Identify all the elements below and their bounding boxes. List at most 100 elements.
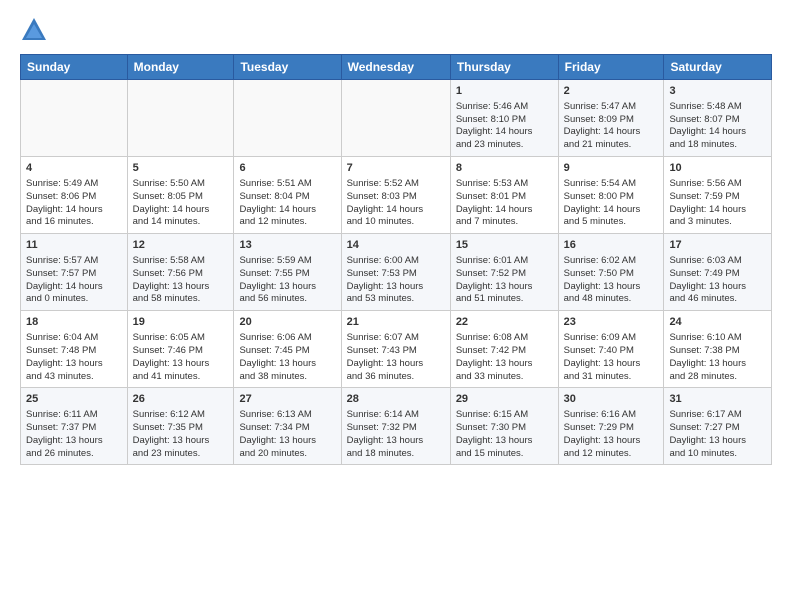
- day-info: Sunrise: 6:05 AM Sunset: 7:46 PM Dayligh…: [133, 332, 229, 383]
- calendar-body: 1 Sunrise: 5:46 AM Sunset: 8:10 PM Daylig…: [21, 80, 772, 465]
- day-header-thursday: Thursday: [450, 55, 558, 80]
- day-info: Sunrise: 5:50 AM Sunset: 8:05 PM Dayligh…: [133, 178, 229, 229]
- day-info: Sunrise: 5:56 AM Sunset: 7:59 PM Dayligh…: [669, 178, 766, 229]
- day-number: 22: [456, 315, 553, 330]
- day-number: 16: [564, 238, 659, 253]
- day-info: Sunrise: 6:07 AM Sunset: 7:43 PM Dayligh…: [347, 332, 445, 383]
- day-info: Sunrise: 6:09 AM Sunset: 7:40 PM Dayligh…: [564, 332, 659, 383]
- day-header-wednesday: Wednesday: [341, 55, 450, 80]
- day-number: 19: [133, 315, 229, 330]
- calendar-cell: 29 Sunrise: 6:15 AM Sunset: 7:30 PM Dayli…: [450, 388, 558, 465]
- day-number: 21: [347, 315, 445, 330]
- calendar-cell: 26 Sunrise: 6:12 AM Sunset: 7:35 PM Dayli…: [127, 388, 234, 465]
- day-number: 29: [456, 392, 553, 407]
- day-number: 28: [347, 392, 445, 407]
- day-info: Sunrise: 6:10 AM Sunset: 7:38 PM Dayligh…: [669, 332, 766, 383]
- calendar: SundayMondayTuesdayWednesdayThursdayFrid…: [20, 54, 772, 465]
- day-info: Sunrise: 6:03 AM Sunset: 7:49 PM Dayligh…: [669, 255, 766, 306]
- calendar-cell: 11 Sunrise: 5:57 AM Sunset: 7:57 PM Dayli…: [21, 234, 128, 311]
- calendar-cell: 8Sunrise: 5:53 AM Sunset: 8:01 PM Daylig…: [450, 157, 558, 234]
- day-info: Sunrise: 6:12 AM Sunset: 7:35 PM Dayligh…: [133, 409, 229, 460]
- calendar-cell: 17 Sunrise: 6:03 AM Sunset: 7:49 PM Dayli…: [664, 234, 772, 311]
- calendar-cell: 22Sunrise: 6:08 AM Sunset: 7:42 PM Dayli…: [450, 311, 558, 388]
- header: [20, 16, 772, 44]
- calendar-cell: 18 Sunrise: 6:04 AM Sunset: 7:48 PM Dayli…: [21, 311, 128, 388]
- day-info: Sunrise: 6:15 AM Sunset: 7:30 PM Dayligh…: [456, 409, 553, 460]
- day-info: Sunrise: 6:16 AM Sunset: 7:29 PM Dayligh…: [564, 409, 659, 460]
- calendar-cell: 4 Sunrise: 5:49 AM Sunset: 8:06 PM Daylig…: [21, 157, 128, 234]
- day-info: Sunrise: 6:04 AM Sunset: 7:48 PM Dayligh…: [26, 332, 122, 383]
- day-number: 9: [564, 161, 659, 176]
- day-info: Sunrise: 6:02 AM Sunset: 7:50 PM Dayligh…: [564, 255, 659, 306]
- calendar-cell: 28 Sunrise: 6:14 AM Sunset: 7:32 PM Dayli…: [341, 388, 450, 465]
- calendar-cell: [21, 80, 128, 157]
- day-info: Sunrise: 5:46 AM Sunset: 8:10 PM Dayligh…: [456, 101, 553, 152]
- day-header-tuesday: Tuesday: [234, 55, 341, 80]
- day-number: 4: [26, 161, 122, 176]
- day-number: 20: [239, 315, 335, 330]
- day-number: 23: [564, 315, 659, 330]
- calendar-cell: 20Sunrise: 6:06 AM Sunset: 7:45 PM Dayli…: [234, 311, 341, 388]
- day-header-monday: Monday: [127, 55, 234, 80]
- day-info: Sunrise: 5:49 AM Sunset: 8:06 PM Dayligh…: [26, 178, 122, 229]
- calendar-cell: 21 Sunrise: 6:07 AM Sunset: 7:43 PM Dayli…: [341, 311, 450, 388]
- day-number: 17: [669, 238, 766, 253]
- week-row-5: 25 Sunrise: 6:11 AM Sunset: 7:37 PM Dayli…: [21, 388, 772, 465]
- day-number: 13: [239, 238, 335, 253]
- day-info: Sunrise: 5:57 AM Sunset: 7:57 PM Dayligh…: [26, 255, 122, 306]
- calendar-cell: 6 Sunrise: 5:51 AM Sunset: 8:04 PM Daylig…: [234, 157, 341, 234]
- calendar-cell: 15Sunrise: 6:01 AM Sunset: 7:52 PM Dayli…: [450, 234, 558, 311]
- day-number: 2: [564, 84, 659, 99]
- calendar-cell: 2 Sunrise: 5:47 AM Sunset: 8:09 PM Daylig…: [558, 80, 664, 157]
- calendar-cell: 30 Sunrise: 6:16 AM Sunset: 7:29 PM Dayli…: [558, 388, 664, 465]
- day-number: 24: [669, 315, 766, 330]
- day-number: 30: [564, 392, 659, 407]
- day-header-saturday: Saturday: [664, 55, 772, 80]
- day-header-sunday: Sunday: [21, 55, 128, 80]
- day-number: 27: [239, 392, 335, 407]
- day-header-friday: Friday: [558, 55, 664, 80]
- calendar-cell: 25 Sunrise: 6:11 AM Sunset: 7:37 PM Dayli…: [21, 388, 128, 465]
- day-info: Sunrise: 5:58 AM Sunset: 7:56 PM Dayligh…: [133, 255, 229, 306]
- day-info: Sunrise: 5:51 AM Sunset: 8:04 PM Dayligh…: [239, 178, 335, 229]
- day-number: 8: [456, 161, 553, 176]
- day-number: 5: [133, 161, 229, 176]
- day-info: Sunrise: 5:48 AM Sunset: 8:07 PM Dayligh…: [669, 101, 766, 152]
- calendar-cell: 24 Sunrise: 6:10 AM Sunset: 7:38 PM Dayli…: [664, 311, 772, 388]
- week-row-4: 18 Sunrise: 6:04 AM Sunset: 7:48 PM Dayli…: [21, 311, 772, 388]
- day-info: Sunrise: 6:01 AM Sunset: 7:52 PM Dayligh…: [456, 255, 553, 306]
- day-info: Sunrise: 6:17 AM Sunset: 7:27 PM Dayligh…: [669, 409, 766, 460]
- week-row-1: 1 Sunrise: 5:46 AM Sunset: 8:10 PM Daylig…: [21, 80, 772, 157]
- calendar-cell: 9Sunrise: 5:54 AM Sunset: 8:00 PM Daylig…: [558, 157, 664, 234]
- calendar-cell: [234, 80, 341, 157]
- day-number: 6: [239, 161, 335, 176]
- calendar-cell: 27 Sunrise: 6:13 AM Sunset: 7:34 PM Dayli…: [234, 388, 341, 465]
- day-number: 10: [669, 161, 766, 176]
- calendar-cell: 12Sunrise: 5:58 AM Sunset: 7:56 PM Dayli…: [127, 234, 234, 311]
- day-info: Sunrise: 6:14 AM Sunset: 7:32 PM Dayligh…: [347, 409, 445, 460]
- logo: [20, 16, 52, 44]
- day-number: 1: [456, 84, 553, 99]
- week-row-2: 4 Sunrise: 5:49 AM Sunset: 8:06 PM Daylig…: [21, 157, 772, 234]
- calendar-cell: 16 Sunrise: 6:02 AM Sunset: 7:50 PM Dayli…: [558, 234, 664, 311]
- day-info: Sunrise: 6:13 AM Sunset: 7:34 PM Dayligh…: [239, 409, 335, 460]
- calendar-cell: 10 Sunrise: 5:56 AM Sunset: 7:59 PM Dayli…: [664, 157, 772, 234]
- calendar-cell: 14Sunrise: 6:00 AM Sunset: 7:53 PM Dayli…: [341, 234, 450, 311]
- day-number: 3: [669, 84, 766, 99]
- calendar-cell: 23 Sunrise: 6:09 AM Sunset: 7:40 PM Dayli…: [558, 311, 664, 388]
- day-number: 7: [347, 161, 445, 176]
- week-row-3: 11 Sunrise: 5:57 AM Sunset: 7:57 PM Dayli…: [21, 234, 772, 311]
- day-info: Sunrise: 6:00 AM Sunset: 7:53 PM Dayligh…: [347, 255, 445, 306]
- calendar-cell: 31Sunrise: 6:17 AM Sunset: 7:27 PM Dayli…: [664, 388, 772, 465]
- calendar-cell: 1 Sunrise: 5:46 AM Sunset: 8:10 PM Daylig…: [450, 80, 558, 157]
- day-number: 25: [26, 392, 122, 407]
- day-number: 18: [26, 315, 122, 330]
- day-number: 11: [26, 238, 122, 253]
- page: SundayMondayTuesdayWednesdayThursdayFrid…: [0, 0, 792, 475]
- day-info: Sunrise: 6:11 AM Sunset: 7:37 PM Dayligh…: [26, 409, 122, 460]
- calendar-cell: 13Sunrise: 5:59 AM Sunset: 7:55 PM Dayli…: [234, 234, 341, 311]
- day-info: Sunrise: 5:47 AM Sunset: 8:09 PM Dayligh…: [564, 101, 659, 152]
- calendar-cell: [341, 80, 450, 157]
- day-info: Sunrise: 5:52 AM Sunset: 8:03 PM Dayligh…: [347, 178, 445, 229]
- day-number: 26: [133, 392, 229, 407]
